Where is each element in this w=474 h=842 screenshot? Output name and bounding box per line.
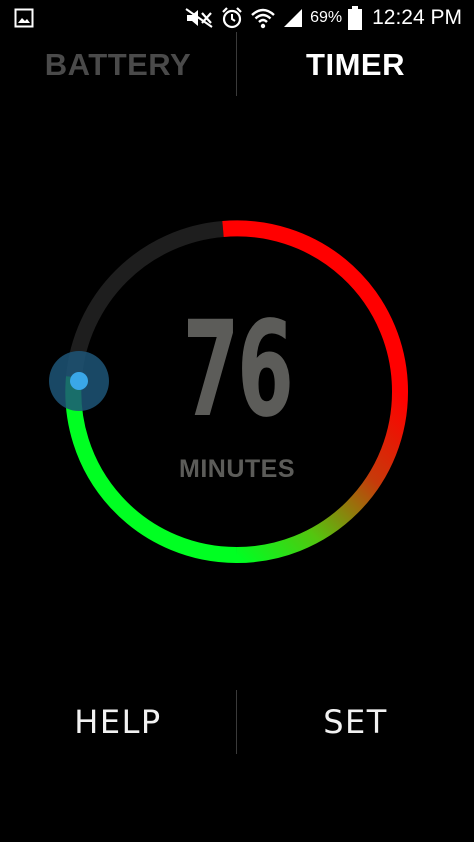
help-button[interactable]: HELP [0, 690, 236, 754]
bottom-bar: HELP SET [0, 690, 474, 754]
timer-value: 76 [182, 293, 294, 447]
set-button[interactable]: SET [237, 690, 474, 754]
dial-handle[interactable] [70, 372, 88, 390]
timer-unit: MINUTES [179, 455, 295, 483]
